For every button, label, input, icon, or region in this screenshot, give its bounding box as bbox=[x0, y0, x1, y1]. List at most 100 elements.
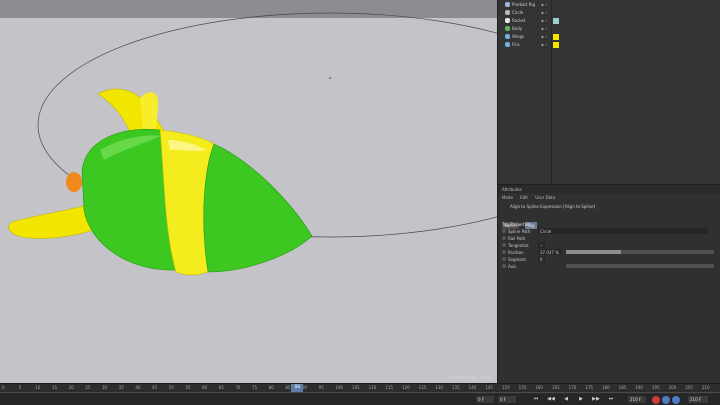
timeline-tick-label: 105 bbox=[352, 385, 360, 390]
visibility-toggle-icon[interactable]: ▪ ✓ bbox=[541, 42, 548, 47]
visibility-toggle-icon[interactable]: ▪ ✓ bbox=[541, 26, 548, 31]
property-label: Segment bbox=[508, 257, 526, 262]
playhead[interactable]: 88 bbox=[291, 384, 304, 392]
timeline-tick-label: 10 bbox=[35, 385, 41, 390]
field-start[interactable]: 0 F bbox=[498, 396, 516, 403]
object-row[interactable]: Body ▪ ✓ bbox=[498, 25, 720, 33]
timeline-tick-label: 65 bbox=[218, 385, 224, 390]
timeline-tick-label: 190 bbox=[635, 385, 643, 390]
property-row: Axis bbox=[498, 263, 720, 270]
attributes-menu: Mode Edit User Data bbox=[498, 193, 720, 202]
property-row: Segment 0 bbox=[498, 256, 720, 263]
field-end[interactable]: 210 F bbox=[628, 396, 646, 403]
timeline-tick-label: 85 bbox=[285, 385, 291, 390]
prev-frame-button[interactable]: ◀ bbox=[560, 396, 572, 404]
timeline-tick-label: 50 bbox=[168, 385, 174, 390]
object-name: Wings bbox=[512, 34, 525, 39]
tag-title: Align to Spline Expression [Align to Spl… bbox=[510, 204, 596, 209]
timeline-tick-label: 20 bbox=[68, 385, 74, 390]
timeline-tick-label: 200 bbox=[668, 385, 677, 390]
property-label: Position bbox=[508, 250, 524, 255]
material-tag-icon[interactable] bbox=[553, 34, 559, 40]
attributes-header: Attributes bbox=[498, 185, 720, 193]
visibility-toggle-icon[interactable]: ▪ ✓ bbox=[541, 2, 548, 7]
property-value[interactable]: ✓ bbox=[538, 242, 546, 248]
timeline-tick-label: 140 bbox=[468, 385, 477, 390]
timeline-tick-label: 145 bbox=[485, 385, 493, 390]
next-key-button[interactable]: ▶▶ bbox=[590, 396, 602, 404]
spline-center-point bbox=[329, 77, 331, 79]
menu-mode[interactable]: Mode bbox=[502, 195, 513, 200]
timeline-tick-label: 155 bbox=[518, 385, 527, 390]
visibility-toggle-icon[interactable]: ▪ ✓ bbox=[541, 34, 548, 39]
visibility-toggle-icon[interactable]: ▪ ✓ bbox=[541, 10, 548, 15]
object-row[interactable]: Wings ▪ ✓ bbox=[498, 33, 720, 41]
menu-user-data[interactable]: User Data bbox=[535, 195, 555, 200]
property-value[interactable]: 0 bbox=[538, 256, 545, 262]
material-tag-icon[interactable] bbox=[553, 42, 559, 48]
record-button[interactable] bbox=[652, 396, 660, 404]
go-to-start-button[interactable]: ⏮ bbox=[530, 396, 542, 404]
property-label: Axis bbox=[508, 264, 517, 269]
property-row: Tangential ✓ bbox=[498, 242, 720, 249]
timeline-tick-label: 60 bbox=[202, 385, 208, 390]
property-label: Tangential bbox=[508, 243, 529, 248]
viewport[interactable]: 75 Markierung 20 OS bbox=[0, 0, 497, 383]
keyframe-dot-icon[interactable] bbox=[502, 250, 506, 254]
go-to-end-button[interactable]: ⏭ bbox=[605, 396, 617, 404]
keyframe-dot-icon[interactable] bbox=[502, 257, 506, 261]
timeline-tick-label: 175 bbox=[585, 385, 593, 390]
app-window: 75 Markierung 20 OS Produkt Rig ▪ ✓ Circle… bbox=[0, 0, 720, 405]
timeline-tick-label: 115 bbox=[385, 385, 393, 390]
timeline-tick-label: 135 bbox=[452, 385, 460, 390]
timeline-tick-label: 80 bbox=[268, 385, 274, 390]
timeline-tick-label: 95 bbox=[318, 385, 324, 390]
visibility-toggle-icon[interactable]: ▪ ✓ bbox=[541, 18, 548, 23]
property-slider[interactable] bbox=[566, 250, 714, 254]
attributes-tabs: Basic Tag bbox=[498, 211, 720, 229]
keyframe-dot-icon[interactable] bbox=[502, 264, 506, 268]
attribute-manager: Attributes Mode Edit User Data Align to … bbox=[498, 184, 720, 383]
play-button[interactable]: ▶ bbox=[575, 396, 587, 404]
property-label: Spline Path bbox=[508, 229, 531, 234]
object-row[interactable]: Circle ▪ ✓ bbox=[498, 9, 720, 17]
timeline-tick-label: 170 bbox=[568, 385, 577, 390]
timeline-tick-label: 205 bbox=[685, 385, 693, 390]
timeline-ruler[interactable]: 0 5 10 15 20 25 30 35 40 45 50 55 60 65 70 75 80 85 90 95 10… bbox=[0, 384, 720, 393]
timeline-tick-label: 45 bbox=[152, 385, 158, 390]
material-tag-icon[interactable] bbox=[553, 18, 559, 24]
property-row: Spline Path Circle bbox=[498, 228, 720, 235]
field-left[interactable]: 0 F bbox=[476, 396, 494, 403]
timeline-tick-label: 0 bbox=[2, 385, 5, 390]
timeline-tick-label: 5 bbox=[18, 385, 22, 390]
field-right[interactable]: 210 F bbox=[688, 396, 708, 403]
object-name: Circle bbox=[512, 10, 524, 15]
keyframe-dot-icon[interactable] bbox=[502, 243, 506, 247]
keyframe-dot-icon[interactable] bbox=[502, 229, 506, 233]
object-row[interactable]: Fins ▪ ✓ bbox=[498, 41, 720, 49]
property-value[interactable]: Circle bbox=[538, 228, 708, 234]
timeline-tick-label: 160 bbox=[535, 385, 543, 390]
object-icon bbox=[505, 42, 510, 47]
object-name: Fins bbox=[512, 42, 520, 47]
object-row[interactable]: Produkt Rig ▪ ✓ bbox=[498, 1, 720, 9]
timeline-tick-label: 125 bbox=[418, 385, 427, 390]
property-row: Position 37.037 % bbox=[498, 249, 720, 256]
timeline-tick-label: 180 bbox=[602, 385, 610, 390]
timeline-tick-label: 165 bbox=[552, 385, 560, 390]
prev-key-button[interactable]: ◀◀ bbox=[545, 396, 557, 404]
property-slider[interactable] bbox=[566, 264, 714, 268]
property-label: Rail Path bbox=[508, 236, 526, 241]
autokey-button[interactable] bbox=[662, 396, 670, 404]
timeline-tick-label: 75 bbox=[252, 385, 258, 390]
property-value[interactable]: 37.037 % bbox=[538, 249, 562, 255]
timeline-tick-label: 15 bbox=[52, 385, 58, 390]
timeline-tick-label: 195 bbox=[652, 385, 660, 390]
object-icon bbox=[505, 2, 510, 7]
menu-edit[interactable]: Edit bbox=[520, 195, 528, 200]
object-icon bbox=[505, 26, 510, 31]
keyframe-dot-icon[interactable] bbox=[502, 236, 506, 240]
object-row[interactable]: Rocket ▪ ✓ bbox=[498, 17, 720, 25]
viewport-status: 75 Markierung 20 OS bbox=[445, 375, 491, 380]
key-selection-button[interactable] bbox=[672, 396, 680, 404]
